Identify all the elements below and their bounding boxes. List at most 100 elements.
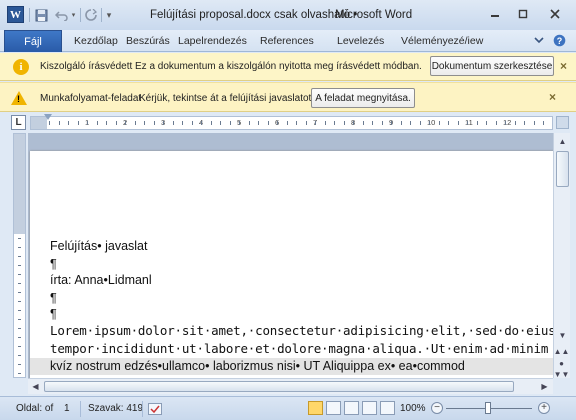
protected-view-bar: i Kiszolgáló írásvédett Ez a dokumentum … bbox=[0, 53, 576, 81]
ruler-tick bbox=[515, 121, 516, 125]
tab-mailings[interactable]: Levelezés bbox=[337, 35, 384, 47]
minimize-icon[interactable] bbox=[484, 5, 506, 23]
scroll-left-icon[interactable]: ◀ bbox=[29, 380, 42, 393]
body-text-line[interactable]: tempor·incididunt·ut·labore·et·dolore·ma… bbox=[50, 341, 548, 356]
horizontal-scrollbar[interactable]: ◀ ▶ bbox=[28, 378, 553, 394]
collapse-ribbon-icon[interactable] bbox=[534, 34, 544, 48]
word-icon[interactable]: W bbox=[7, 6, 24, 23]
ruler-tick bbox=[420, 121, 421, 125]
full-screen-reading-icon[interactable] bbox=[326, 401, 341, 415]
ruler-tick bbox=[296, 121, 297, 125]
word-count[interactable]: Szavak: 419 bbox=[88, 403, 143, 414]
ruler-tick bbox=[534, 121, 535, 125]
ruler-tick bbox=[325, 121, 326, 125]
ruler-tick bbox=[391, 121, 392, 125]
ruler-tick bbox=[505, 121, 506, 125]
horizontal-scroll-thumb[interactable] bbox=[44, 381, 514, 392]
previous-page-icon[interactable]: ▲▲ bbox=[554, 345, 570, 357]
zoom-level[interactable]: 100% bbox=[400, 403, 426, 414]
ruler-tick bbox=[363, 121, 364, 125]
maximize-icon[interactable] bbox=[512, 5, 534, 23]
tab-home[interactable]: Kezdőlap bbox=[74, 35, 118, 47]
zoom-out-button[interactable]: − bbox=[431, 402, 443, 414]
ruler-tick bbox=[18, 274, 21, 275]
page-number[interactable]: 1 bbox=[64, 403, 70, 414]
ruler-tick bbox=[154, 121, 155, 125]
ruler-tick bbox=[18, 364, 21, 365]
ruler-tick bbox=[315, 121, 316, 125]
close-icon[interactable] bbox=[544, 5, 566, 23]
outline-icon[interactable] bbox=[362, 401, 377, 415]
tab-file[interactable]: Fájl bbox=[4, 30, 62, 52]
customize-qat-icon[interactable]: ▾ bbox=[104, 7, 114, 23]
document-title-line[interactable]: Felújítás• javaslat bbox=[50, 239, 147, 253]
ruler-tick bbox=[401, 121, 402, 125]
ruler-tick bbox=[97, 121, 98, 125]
proofing-icon[interactable] bbox=[148, 403, 162, 418]
highlighted-text-line[interactable]: kvíz nostrum edzés•ullamco• laborizmus n… bbox=[50, 359, 465, 373]
document-area[interactable]: Felújítás• javaslat ¶ írta: Anna•Lidmanl… bbox=[28, 133, 553, 378]
ruler-tick bbox=[410, 121, 411, 125]
tab-insert[interactable]: Beszúrás bbox=[126, 35, 170, 47]
info-icon: i bbox=[13, 59, 29, 75]
tab-review[interactable]: Véleményezé/iew bbox=[401, 35, 483, 47]
ruler-tick bbox=[477, 121, 478, 125]
page-count[interactable]: Oldal: of bbox=[16, 403, 53, 414]
paragraph-mark[interactable]: ¶ bbox=[50, 257, 57, 271]
ruler-tick bbox=[372, 121, 373, 125]
scroll-right-icon[interactable]: ▶ bbox=[538, 380, 551, 393]
body-text-line[interactable]: Lorem·ipsum·dolor·sit·amet,·consectetur·… bbox=[50, 323, 553, 338]
ruler-tick bbox=[201, 121, 202, 125]
zoom-in-button[interactable]: + bbox=[538, 402, 550, 414]
horizontal-ruler[interactable]: 123456789101112 bbox=[30, 116, 553, 130]
web-layout-icon[interactable] bbox=[344, 401, 359, 415]
ruler-tick bbox=[258, 121, 259, 125]
tab-selector-icon[interactable]: L bbox=[11, 115, 26, 130]
paragraph-mark[interactable]: ¶ bbox=[50, 291, 57, 305]
ruler-tick bbox=[344, 121, 345, 125]
ruler-tick bbox=[458, 121, 459, 125]
ruler-tick bbox=[429, 121, 430, 125]
undo-dropdown-icon[interactable]: ▾ bbox=[69, 7, 78, 23]
scroll-down-icon[interactable]: ▼ bbox=[556, 329, 569, 342]
ruler-tick bbox=[173, 121, 174, 125]
save-icon[interactable] bbox=[34, 7, 48, 23]
open-task-button[interactable]: A feladat megnyitása. bbox=[311, 88, 415, 108]
view-ruler-toggle[interactable] bbox=[556, 116, 569, 129]
workflow-task-message: Kérjük, tekintse át a felújítási javasla… bbox=[139, 93, 312, 104]
undo-icon[interactable] bbox=[54, 7, 68, 23]
ruler-tick bbox=[18, 256, 21, 257]
author-line[interactable]: írta: Anna•Lidmanl bbox=[50, 273, 152, 287]
close-icon[interactable]: × bbox=[560, 59, 567, 73]
ruler-tick bbox=[135, 121, 136, 125]
workflow-task-label: Munkafolyamat-feladat bbox=[40, 93, 142, 104]
vertical-scroll-thumb[interactable] bbox=[556, 151, 569, 187]
ruler-tick bbox=[287, 121, 288, 125]
indent-marker-icon[interactable] bbox=[44, 114, 52, 120]
help-icon[interactable]: ? bbox=[553, 34, 566, 50]
edit-document-button[interactable]: Dokumentum szerkesztése bbox=[430, 56, 554, 76]
zoom-slider-thumb[interactable] bbox=[485, 402, 491, 414]
ribbon-tabs: Fájl Kezdőlap Beszúrás Lapelrendezés Ref… bbox=[0, 30, 576, 52]
ruler-tick bbox=[249, 121, 250, 125]
tab-references[interactable]: References bbox=[260, 35, 314, 47]
ruler-tick bbox=[448, 121, 449, 125]
print-layout-icon[interactable] bbox=[308, 401, 323, 415]
ruler-tick bbox=[543, 121, 544, 125]
draft-icon[interactable] bbox=[380, 401, 395, 415]
close-icon[interactable]: × bbox=[549, 90, 556, 104]
vertical-scrollbar[interactable]: ▲ ▼ bbox=[553, 133, 570, 378]
status-bar: Oldal: of 1 Szavak: 419 100% − + bbox=[0, 396, 576, 420]
ruler-tick bbox=[125, 121, 126, 125]
paragraph-mark[interactable]: ¶ bbox=[50, 307, 57, 321]
ruler-tick bbox=[18, 346, 21, 347]
vertical-ruler[interactable] bbox=[13, 133, 26, 378]
scroll-up-icon[interactable]: ▲ bbox=[556, 135, 569, 148]
next-page-icon[interactable]: ▼▼ bbox=[554, 368, 570, 380]
ruler-tick bbox=[18, 355, 21, 356]
tab-page-layout[interactable]: Lapelrendezés bbox=[178, 35, 247, 47]
ruler-tick bbox=[182, 121, 183, 125]
app-name: Microsoft Word bbox=[335, 9, 413, 21]
redo-icon[interactable] bbox=[84, 7, 98, 23]
document-page[interactable]: Felújítás• javaslat ¶ írta: Anna•Lidmanl… bbox=[30, 151, 553, 378]
